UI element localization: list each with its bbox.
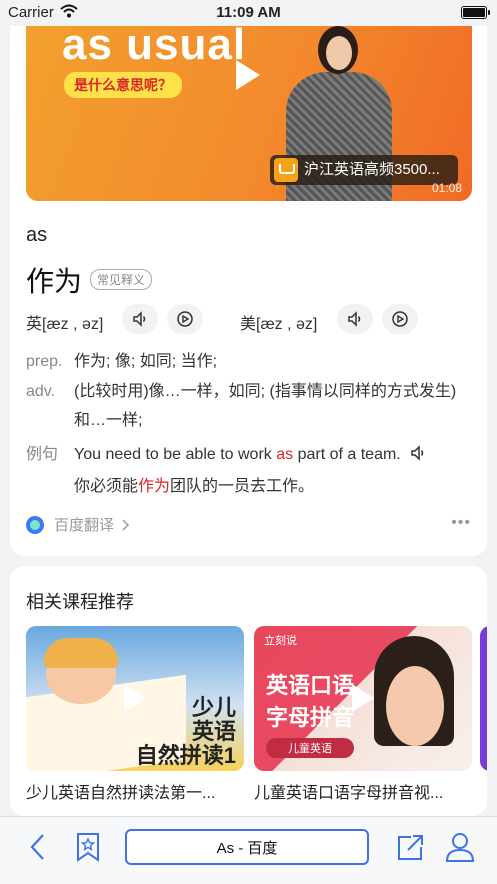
promo-banner[interactable]: 沪江英语高频3500... bbox=[270, 155, 458, 185]
speaker-icon bbox=[133, 311, 146, 327]
example-chinese: 你必须能作为团队的一员去工作。 bbox=[74, 472, 474, 501]
definition-text: (比较时用)像…一样，如同; (指事情以同样的方式发生)和…一样; bbox=[74, 383, 457, 429]
source-link[interactable]: 百度翻译 bbox=[26, 514, 130, 535]
address-bar[interactable]: As - 百度 bbox=[125, 829, 369, 865]
dictionary-card: as usual 是什么意思呢？ 名师 沪江英语高频3500... 01:08 … bbox=[10, 0, 487, 556]
follow-read-icon bbox=[177, 311, 193, 327]
profile-icon[interactable] bbox=[444, 831, 476, 868]
bookmark-icon[interactable] bbox=[74, 831, 102, 868]
speaker-icon bbox=[348, 311, 361, 327]
uk-pronunciation: 英[æz , əz] bbox=[26, 316, 104, 333]
course-caption: 儿童英语口语字母拼音视... bbox=[254, 785, 444, 802]
example-en-text: You need to be able to work bbox=[74, 446, 277, 463]
video-player[interactable]: as usual 是什么意思呢？ 名师 沪江英语高频3500... 01:08 bbox=[26, 0, 472, 201]
example-en-text: part of a team. bbox=[293, 446, 401, 463]
primary-meaning: 作为 bbox=[26, 266, 83, 297]
uk-speaker-button[interactable] bbox=[122, 304, 158, 334]
thumb-text: 少儿 英语 自然拼读1 bbox=[135, 695, 236, 768]
back-icon[interactable] bbox=[28, 831, 48, 868]
video-headline: as usual bbox=[62, 20, 247, 69]
example-english: You need to be able to work as part of a… bbox=[74, 440, 474, 472]
clock: 11:09 AM bbox=[216, 4, 281, 21]
course-item-partial[interactable] bbox=[480, 626, 487, 771]
play-icon bbox=[124, 684, 146, 712]
status-bar: Carrier 11:09 AM bbox=[0, 0, 497, 26]
video-duration: 01:08 bbox=[431, 181, 462, 195]
course-caption: 少儿英语自然拼读法第一... bbox=[26, 785, 216, 802]
us-pronunciation: 美[æz , əz] bbox=[240, 316, 318, 333]
uk-follow-read-button[interactable] bbox=[167, 304, 203, 334]
definition-text: 作为; 像; 如同; 当作; bbox=[74, 353, 218, 370]
section-title: 相关课程推荐 bbox=[26, 592, 134, 612]
course-item[interactable]: 立刻说 英语口语 字母拼音 儿童英语 儿童英语口语字母拼音视... bbox=[254, 626, 472, 803]
related-courses-card: 相关课程推荐 少儿 英语 自然拼读1 少儿英语自然拼读法第一... 立刻说 英语… bbox=[10, 566, 487, 816]
chevron-right-icon bbox=[118, 517, 130, 534]
play-icon[interactable] bbox=[236, 60, 260, 90]
bottom-toolbar: As - 百度 bbox=[0, 816, 497, 884]
share-icon[interactable] bbox=[395, 831, 425, 868]
thumb-chip: 儿童英语 bbox=[266, 738, 354, 758]
example-zh-highlight: 作为 bbox=[138, 478, 171, 495]
course-thumbnail: 立刻说 英语口语 字母拼音 儿童英语 bbox=[254, 626, 472, 771]
meaning-tag: 常见释义 bbox=[90, 269, 153, 290]
video-subtitle: 是什么意思呢？ bbox=[64, 72, 182, 98]
headword: as bbox=[26, 224, 48, 246]
promo-text: 沪江英语高频3500... bbox=[304, 161, 440, 178]
more-options-icon[interactable]: ••• bbox=[451, 514, 471, 532]
example-en-highlight: as bbox=[276, 446, 294, 463]
play-icon bbox=[352, 684, 374, 712]
thumb-text: 英语口语 字母拼音 bbox=[266, 673, 355, 730]
cart-icon bbox=[274, 158, 298, 182]
part-of-speech: adv. bbox=[26, 383, 56, 400]
part-of-speech: prep. bbox=[26, 353, 63, 370]
course-item[interactable]: 少儿 英语 自然拼读1 少儿英语自然拼读法第一... bbox=[26, 626, 244, 803]
source-label: 百度翻译 bbox=[54, 517, 115, 534]
course-thumbnail: 少儿 英语 自然拼读1 bbox=[26, 626, 244, 771]
example-zh-text: 你必须能 bbox=[74, 478, 139, 495]
follow-read-icon bbox=[392, 311, 408, 327]
example-speaker-icon[interactable] bbox=[409, 443, 427, 472]
thumb-brand: 立刻说 bbox=[264, 635, 297, 647]
battery-icon bbox=[461, 6, 490, 19]
example-zh-text: 团队的一员去工作。 bbox=[170, 478, 315, 495]
example-label: 例句 bbox=[26, 446, 59, 463]
us-follow-read-button[interactable] bbox=[382, 304, 418, 334]
baidu-translate-logo bbox=[26, 516, 44, 534]
us-speaker-button[interactable] bbox=[337, 304, 373, 334]
